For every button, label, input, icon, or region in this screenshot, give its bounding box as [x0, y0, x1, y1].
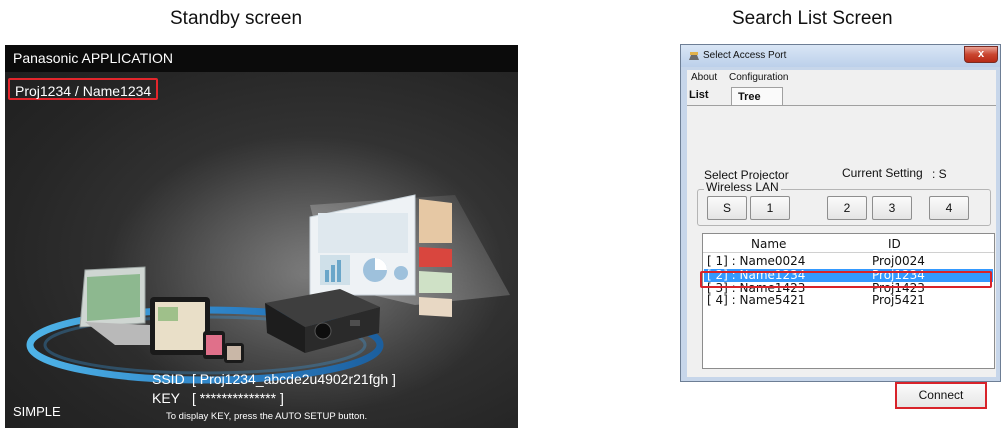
app-header: Panasonic APPLICATION — [5, 45, 518, 72]
port-button-s[interactable]: S — [707, 196, 747, 220]
close-button[interactable]: x — [964, 46, 998, 63]
tab-tree-box[interactable]: Tree — [731, 87, 783, 106]
menu-bar: About Configuration — [687, 70, 996, 85]
ssid-value: [ Proj1234_abcde2u4902r21fgh ] — [192, 371, 396, 387]
window-client: List Tree Select Projector Current Setti… — [687, 85, 996, 409]
selection-highlight-box — [700, 271, 992, 288]
row-id: Proj5421 — [872, 293, 925, 307]
port-button-2[interactable]: 2 — [827, 196, 867, 220]
tab-list[interactable]: List — [689, 89, 709, 101]
list-row[interactable]: [ 1] : Name0024 Proj0024 — [704, 255, 993, 268]
window-title: Select Access Port — [703, 50, 787, 61]
wireless-lan-title: Wireless LAN — [704, 180, 781, 194]
column-header-id[interactable]: ID — [888, 237, 901, 251]
key-label: KEY — [152, 390, 181, 406]
current-setting-label: Current Setting — [842, 166, 923, 180]
list-row[interactable]: [ 4] : Name5421 Proj5421 — [704, 294, 993, 307]
current-setting-value: : S — [932, 167, 947, 181]
row-id: Proj0024 — [872, 254, 925, 268]
row-name: [ 4] : Name5421 — [707, 293, 806, 307]
tab-tree: Tree — [738, 91, 761, 103]
projector-name-label: Proj1234 / Name1234 — [8, 78, 159, 100]
key-value: [ ************** ] — [192, 390, 284, 406]
port-button-3[interactable]: 3 — [872, 196, 912, 220]
projector-list: Name ID [ 1] : Name0024 Proj0024 [ 2] : … — [702, 233, 995, 369]
ssid-label: SSID — [152, 371, 185, 387]
tab-divider — [687, 105, 996, 106]
tablet — [150, 297, 210, 355]
port-button-1[interactable]: 1 — [750, 196, 790, 220]
column-header-name[interactable]: Name — [751, 237, 786, 251]
menu-about[interactable]: About — [691, 72, 717, 83]
menu-configuration[interactable]: Configuration — [729, 72, 788, 83]
title-bar[interactable]: Select Access Port x — [681, 45, 1000, 67]
port-button-4[interactable]: 4 — [929, 196, 969, 220]
search-list-caption: Search List Screen — [732, 8, 893, 29]
standby-screen: Panasonic APPLICATION Proj1234 / Name123… — [5, 45, 518, 428]
row-name: [ 1] : Name0024 — [707, 254, 806, 268]
mode-label: SIMPLE — [13, 404, 61, 419]
connect-button[interactable]: Connect — [895, 382, 987, 409]
header-divider — [703, 252, 994, 253]
app-icon — [689, 52, 699, 60]
standby-caption: Standby screen — [170, 8, 303, 29]
select-access-port-window: Select Access Port x About Configuration… — [680, 44, 1001, 409]
key-hint: To display KEY, press the AUTO SETUP but… — [166, 411, 368, 422]
